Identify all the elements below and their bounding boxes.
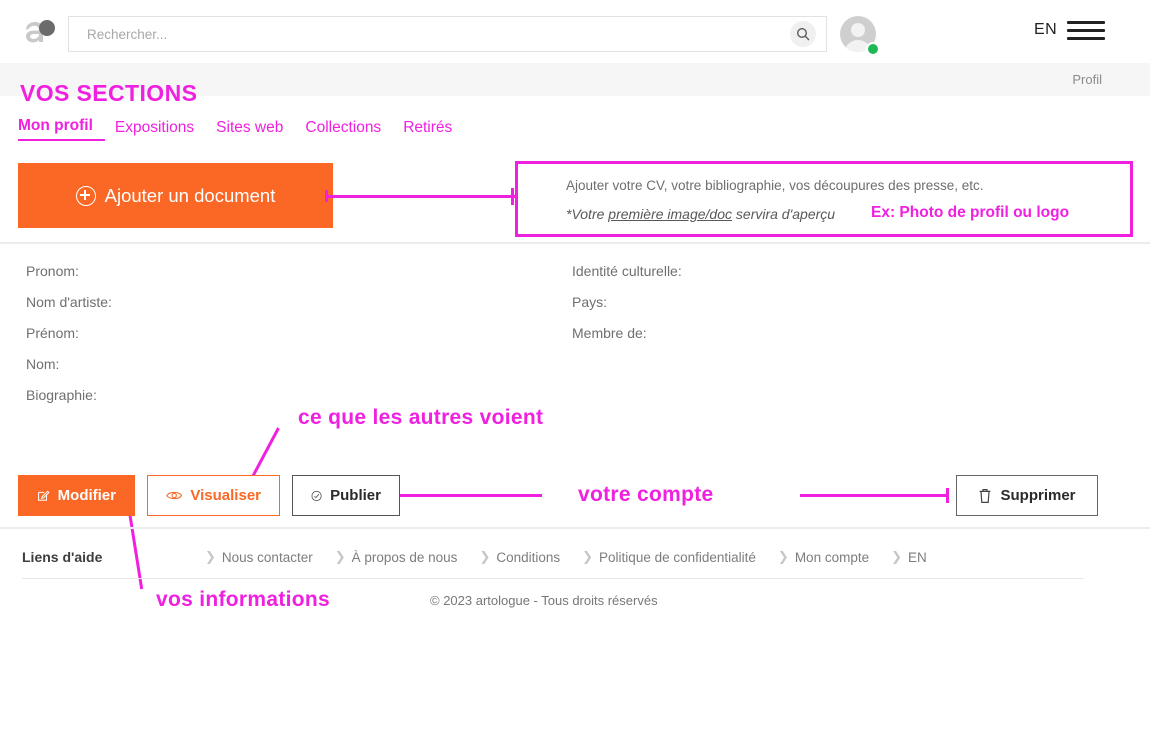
modifier-button[interactable]: Modifier bbox=[18, 475, 135, 516]
field-label-prenom: Prénom: bbox=[26, 325, 79, 341]
footer-link-label: Mon compte bbox=[794, 549, 870, 565]
trash-icon bbox=[980, 488, 991, 503]
footer-link-label: Conditions bbox=[496, 549, 561, 565]
search-button[interactable] bbox=[790, 21, 816, 47]
footer-heading: Liens d'aide bbox=[22, 549, 103, 565]
callout-line-2: *Votre première image/doc servira d'aper… bbox=[566, 206, 835, 222]
field-label-identite-culturelle: Identité culturelle: bbox=[572, 263, 682, 279]
footer-link-label: À propos de nous bbox=[351, 549, 458, 565]
publier-button[interactable]: Publier bbox=[292, 475, 400, 516]
callout-example-annotation: Ex: Photo de profil ou logo bbox=[871, 204, 1070, 221]
chevron-right-icon: ❯ bbox=[334, 549, 346, 564]
divider-footer bbox=[0, 527, 1150, 529]
language-switcher[interactable]: EN bbox=[1034, 21, 1057, 39]
page-title: VOS SECTIONS bbox=[20, 80, 198, 106]
callout-line2-prefix: *Votre bbox=[566, 206, 609, 222]
publier-label: Publier bbox=[330, 487, 381, 504]
footer-link-politique-de-confidentialite[interactable]: ❯ Politique de confidentialité bbox=[582, 549, 756, 565]
callout-line2-suffix: servira d'aperçu bbox=[732, 206, 836, 222]
add-document-button[interactable]: Ajouter un document bbox=[18, 163, 333, 228]
footer-link-mon-compte[interactable]: ❯ Mon compte bbox=[778, 549, 869, 565]
field-label-pays: Pays: bbox=[572, 294, 608, 310]
footer-divider bbox=[22, 578, 1084, 579]
field-label-nom-artiste: Nom d'artiste: bbox=[26, 294, 112, 310]
footer-link-label: Politique de confidentialité bbox=[599, 549, 756, 565]
footer-link-label: Nous contacter bbox=[221, 549, 313, 565]
chevron-right-icon: ❯ bbox=[891, 549, 903, 564]
tab-sites-web[interactable]: Sites web bbox=[216, 119, 295, 141]
top-bar: EN bbox=[0, 0, 1150, 63]
page-root: EN Profil VOS SECTIONS Mon profil Exposi… bbox=[0, 0, 1150, 750]
add-document-label: Ajouter un document bbox=[104, 184, 276, 206]
field-label-pronom: Pronom: bbox=[26, 263, 79, 279]
callout-line2-underlined: première image/doc bbox=[608, 206, 733, 222]
footer-link-conditions[interactable]: ❯ Conditions bbox=[479, 549, 560, 565]
chevron-right-icon: ❯ bbox=[205, 549, 216, 564]
callout-line-1: Ajouter votre CV, votre bibliographie, v… bbox=[566, 178, 984, 193]
chevron-right-icon: ❯ bbox=[777, 549, 789, 564]
tab-expositions[interactable]: Expositions bbox=[115, 119, 206, 141]
supprimer-button[interactable]: Supprimer bbox=[956, 475, 1098, 516]
annotation-leader-supprimer-tick bbox=[946, 488, 949, 503]
section-tabs: Mon profil Expositions Sites web Collect… bbox=[18, 117, 474, 141]
document-hint-callout: Ajouter votre CV, votre bibliographie, v… bbox=[515, 161, 1133, 237]
chevron-right-icon: ❯ bbox=[479, 549, 491, 564]
avatar-head bbox=[851, 23, 865, 37]
hamburger-menu-icon[interactable] bbox=[1067, 21, 1105, 43]
annotation-vos-informations: vos informations bbox=[156, 588, 330, 611]
plus-circle-icon bbox=[75, 185, 96, 206]
eye-icon bbox=[166, 491, 183, 500]
tab-collections[interactable]: Collections bbox=[305, 119, 393, 141]
action-button-row: Modifier Visualiser Publier bbox=[18, 475, 400, 516]
field-label-biographie: Biographie: bbox=[26, 387, 97, 403]
visualiser-label: Visualiser bbox=[190, 487, 261, 504]
search-icon bbox=[796, 27, 810, 41]
visualiser-button[interactable]: Visualiser bbox=[147, 475, 280, 516]
tab-retires[interactable]: Retirés bbox=[403, 119, 464, 141]
footer-links: ❯ Nous contacter ❯ À propos de nous ❯ Co… bbox=[205, 549, 949, 565]
artologue-logo-icon[interactable] bbox=[22, 16, 58, 48]
footer-link-label: EN bbox=[908, 549, 927, 565]
annotation-leader-publier bbox=[396, 494, 542, 497]
profile-fields-left-column: Pronom: Nom d'artiste: Prénom: Nom: Biog… bbox=[26, 262, 112, 417]
footer-link-nous-contacter[interactable]: ❯ Nous contacter bbox=[205, 549, 313, 565]
annotation-ce-que-les-autres-voient: ce que les autres voient bbox=[298, 406, 544, 429]
annotation-connector-add-document bbox=[325, 195, 520, 198]
breadcrumb: Profil bbox=[1072, 72, 1102, 87]
edit-pencil-icon bbox=[38, 490, 50, 501]
copyright: © 2023 artologue - Tous droits réservés bbox=[430, 593, 658, 608]
search-input[interactable] bbox=[85, 18, 779, 50]
annotation-connector-tick-right bbox=[511, 188, 514, 205]
field-label-membre-de: Membre de: bbox=[572, 325, 647, 341]
footer-link-en[interactable]: ❯ EN bbox=[891, 549, 927, 565]
annotation-leader-supprimer bbox=[800, 494, 948, 497]
divider-top bbox=[0, 242, 1150, 244]
chevron-right-icon: ❯ bbox=[582, 549, 594, 564]
field-label-nom: Nom: bbox=[26, 356, 60, 372]
tab-mon-profil[interactable]: Mon profil bbox=[18, 117, 105, 141]
annotation-votre-compte: votre compte bbox=[578, 483, 714, 506]
profile-fields-right-column: Identité culturelle: Pays: Membre de: bbox=[572, 262, 682, 355]
search-field-wrapper[interactable] bbox=[68, 16, 827, 52]
annotation-connector-tick-left bbox=[325, 190, 328, 202]
footer-link-a-propos-de-nous[interactable]: ❯ À propos de nous bbox=[335, 549, 458, 565]
online-status-dot bbox=[866, 42, 880, 56]
modifier-label: Modifier bbox=[57, 487, 116, 504]
check-circle-icon bbox=[311, 490, 322, 501]
supprimer-label: Supprimer bbox=[1000, 487, 1076, 504]
